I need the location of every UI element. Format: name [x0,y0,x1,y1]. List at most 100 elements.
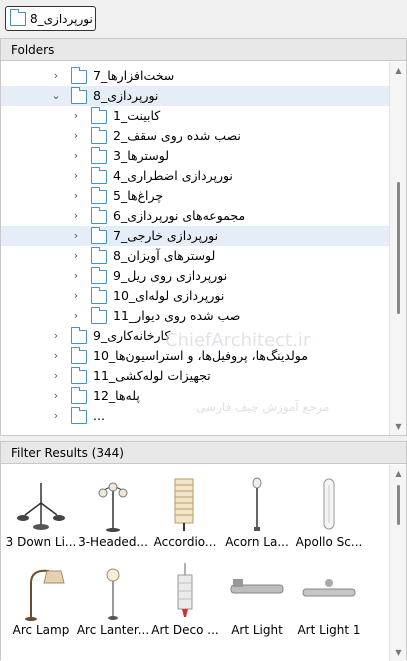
folder-path-label: نورپردازی_8 [30,11,93,26]
chevron-right-icon[interactable]: › [71,310,81,321]
folder-icon [70,347,87,364]
tree-item[interactable]: › کارخانه‌کاری_9 [1,326,390,346]
tree-item[interactable]: › نورپردازی روی ریل_9 [1,266,390,286]
folder-icon [70,87,87,104]
folder-path-button[interactable]: نورپردازی_8 [5,6,96,31]
folders-panel-header: Folders [1,39,406,61]
chevron-right-icon[interactable]: › [71,150,81,161]
result-item[interactable]: Arc Lamp [3,555,79,639]
art-light-1-icon [297,561,361,625]
tree-item[interactable]: › نورپردازی خارجی_7 [1,226,390,246]
scroll-up-icon[interactable]: ▲ [390,465,407,482]
tree-item-label: صب شده روی دیوار_11 [113,308,241,323]
result-item-label: Apollo Sc... [295,535,363,549]
tree-item-label: کابینت_1 [113,108,161,123]
tree-item-label: کارخانه‌کاری_9 [93,328,171,343]
result-item-label: Art Light [231,623,283,637]
folder-icon [90,227,107,244]
tree-item-label: پله‌ها_12 [93,388,140,403]
art-light-icon [225,561,289,625]
tree-item[interactable]: › نصب شده روی سقف_2 [1,126,390,146]
tree-item[interactable]: › چراغ‌ها_5 [1,186,390,206]
tree-item[interactable]: › لوسترهای آویزان_8 [1,246,390,266]
result-item[interactable]: Art Light [219,555,295,639]
art-deco-lamp-icon [153,561,217,625]
chevron-down-icon[interactable]: ⌄ [51,90,61,101]
chevron-right-icon[interactable]: › [71,130,81,141]
result-item-label: Art Deco ... [151,623,219,637]
acorn-lamp-icon [225,473,289,537]
arc-lamp-icon [9,561,73,625]
scroll-down-icon[interactable]: ▼ [390,418,407,435]
folder-icon [90,247,107,264]
result-item-label: Arc Lanter... [76,623,150,637]
result-item[interactable]: 3 Down Li... [3,467,79,551]
arc-lantern-icon [81,561,145,625]
tree-item-label: نورپردازی خارجی_7 [113,228,219,243]
result-item[interactable]: 3-Headed... [75,467,151,551]
result-item[interactable]: Art Deco ... [147,555,223,639]
scrollbar-thumb[interactable] [397,182,400,314]
folder-icon [70,67,87,84]
chevron-right-icon[interactable]: › [51,70,61,81]
result-item-label: 3-Headed... [78,535,148,549]
result-item-label: Art Light 1 [297,623,361,637]
result-item[interactable]: Accordio... [147,467,223,551]
filter-results-panel: Filter Results (344) 3 Down Li... 3-Heade… [0,441,407,661]
result-item[interactable]: Acorn La... [219,467,295,551]
breadcrumb-bar: نورپردازی_8 [0,0,407,36]
folders-scrollbar[interactable]: ▲ ▼ [389,62,406,435]
tree-item[interactable]: › کابینت_1 [1,106,390,126]
chevron-right-icon[interactable]: › [51,390,61,401]
folder-icon [90,127,107,144]
scroll-down-icon[interactable]: ▼ [390,644,407,661]
chevron-right-icon[interactable]: › [71,170,81,181]
chevron-right-icon[interactable]: › [71,230,81,241]
chevron-right-icon[interactable]: › [51,370,61,381]
tree-item-label: مجموعه‌های نورپردازی_6 [113,208,246,223]
tree-item-label: نورپردازی اضطراری_4 [113,168,233,183]
tree-item[interactable]: › تجهیزات لوله‌کشی_11 [1,366,390,386]
tree-item-label: چراغ‌ها_5 [113,188,164,203]
result-item-label: Arc Lamp [12,623,70,637]
folder-icon [9,8,26,26]
folder-icon [90,287,107,304]
tree-item[interactable]: › مولدینگ‌ها، پروفیل‌ها، و استراسیون‌ها_1… [1,346,390,366]
chevron-right-icon[interactable]: › [71,190,81,201]
results-scrollbar[interactable]: ▲ ▼ [389,465,406,661]
chevron-right-icon[interactable]: › [71,250,81,261]
tree-item[interactable]: › لوسترها_3 [1,146,390,166]
folder-icon [70,407,87,424]
folder-icon [90,147,107,164]
chevron-right-icon[interactable]: › [51,410,61,421]
tree-item-label: نورپردازی روی ریل_9 [113,268,228,283]
folder-icon [90,307,107,324]
folder-tree: › سخت‌افزارها_7 ⌄ نورپردازی_8 › کابینت_1 › نصب … [1,62,390,435]
tree-item[interactable]: › نورپردازی اضطراری_4 [1,166,390,186]
result-item[interactable]: Apollo Sc... [291,467,367,551]
chevron-right-icon[interactable]: › [71,210,81,221]
folder-icon [90,167,107,184]
tree-item[interactable]: › صب شده روی دیوار_11 [1,306,390,326]
chevron-right-icon[interactable]: › [51,350,61,361]
result-item[interactable]: Art Light 1 [291,555,367,639]
tree-item[interactable]: › سخت‌افزارها_7 [1,66,390,86]
tree-item-label: نصب شده روی سقف_2 [113,128,241,143]
tree-item[interactable]: › مجموعه‌های نورپردازی_6 [1,206,390,226]
chevron-right-icon[interactable]: › [51,330,61,341]
tree-item[interactable]: ›... [1,406,390,426]
chevron-right-icon[interactable]: › [71,290,81,301]
tree-item[interactable]: ⌄ نورپردازی_8 [1,86,390,106]
result-item[interactable]: Arc Lanter... [75,555,151,639]
scrollbar-thumb[interactable] [397,485,400,525]
scroll-up-icon[interactable]: ▲ [390,62,407,79]
chevron-right-icon[interactable]: › [71,270,81,281]
folder-icon [90,267,107,284]
three-arm-floor-lamp-icon [9,473,73,537]
chevron-right-icon[interactable]: › [71,110,81,121]
result-item-label: Accordio... [153,535,217,549]
folder-icon [70,387,87,404]
tree-item[interactable]: › نورپردازی لوله‌ای_10 [1,286,390,306]
tree-item[interactable]: › پله‌ها_12 [1,386,390,406]
results-grid: 3 Down Li... 3-Headed... Accordio... Acorn … [1,465,390,661]
